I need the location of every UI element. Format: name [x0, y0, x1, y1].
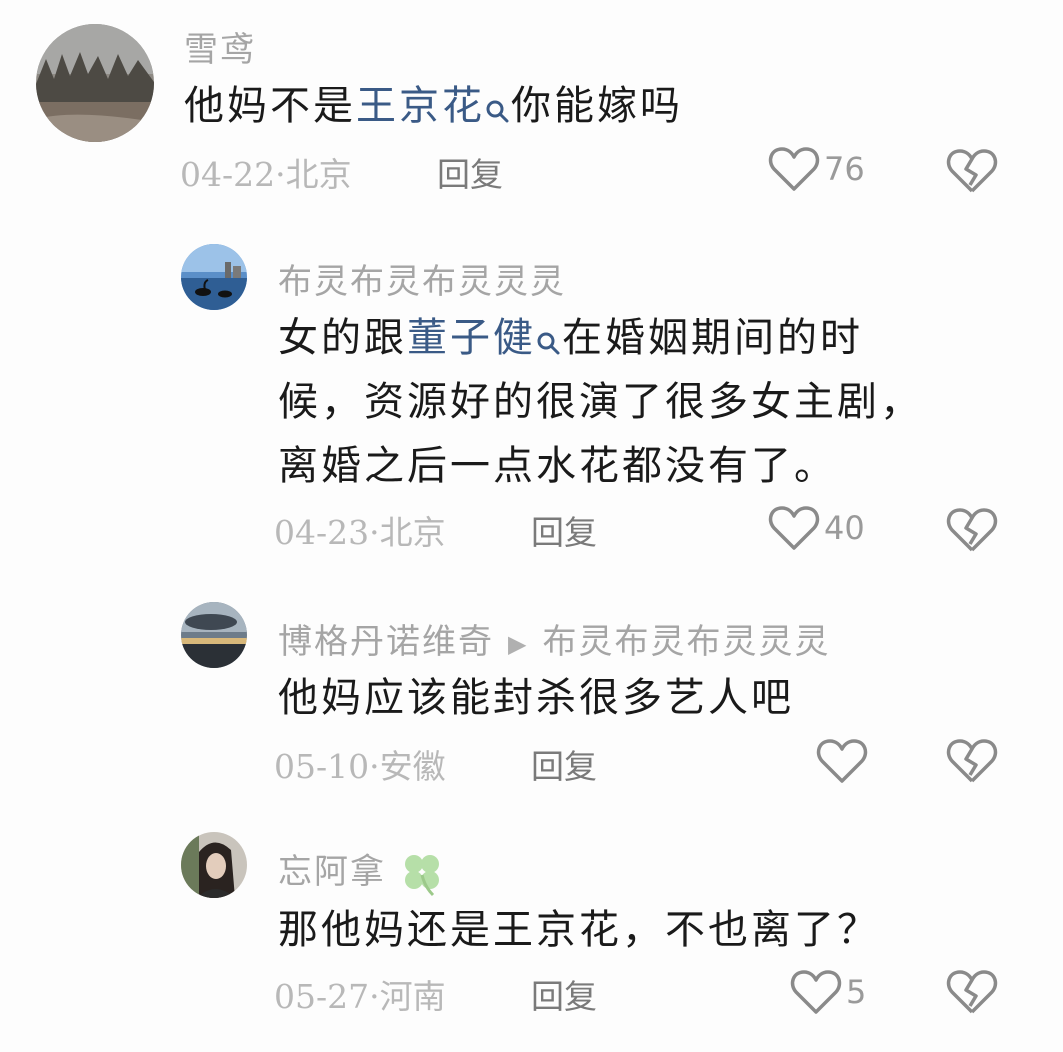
avatar-image — [36, 24, 154, 142]
comment-item: 布灵布灵布灵灵灵 女的跟董子健 在婚姻期间的时 候，资源好的很演了很多女主剧， 离… — [0, 230, 1063, 570]
like-button[interactable]: 76 — [768, 145, 865, 193]
content-text: 你能嫁吗 — [511, 83, 683, 129]
reply-author[interactable]: 博格丹诺维奇 — [278, 622, 494, 662]
comment-username[interactable]: 雪鸢 — [184, 22, 256, 71]
comment-meta: 05-27·河南 — [274, 970, 446, 1018]
avatar[interactable] — [181, 244, 247, 310]
comment-location: 北京 — [379, 513, 446, 552]
search-icon[interactable] — [485, 80, 511, 123]
comment-item: 雪鸢 他妈不是王京花 你能嫁吗 04-22·北京 回复 76 — [0, 0, 1063, 215]
comment-content: 那他妈还是王京花，不也离了？ — [278, 907, 880, 953]
comment-date: 05-27 — [274, 977, 370, 1016]
heart-outline-icon — [816, 739, 868, 783]
meta-dot: · — [275, 155, 286, 194]
content-line: 离婚之后一点水花都没有了。 — [278, 443, 837, 489]
comment-username-text[interactable]: 忘阿拿 — [278, 852, 386, 892]
broken-heart-icon — [946, 508, 998, 552]
like-button[interactable]: 5 — [790, 968, 866, 1016]
comment-content: 他妈不是王京花 你能嫁吗 — [184, 74, 1004, 138]
content-text: 他妈不是 — [184, 83, 356, 129]
comment-item: 忘阿拿 那他妈还是王京花，不也离了？ 05-27·河南 回复 5 — [0, 820, 1063, 1052]
like-count: 5 — [846, 973, 867, 1011]
comment-username: 忘阿拿 — [278, 844, 447, 897]
avatar-image — [181, 244, 247, 310]
dislike-button[interactable] — [946, 968, 998, 1020]
content-line: 候，资源好的很演了很多女主剧， — [278, 379, 923, 425]
avatar[interactable] — [181, 832, 247, 898]
avatar[interactable] — [36, 24, 154, 142]
four-leaf-clover-icon — [404, 855, 439, 897]
avatar-image — [181, 602, 247, 668]
comment-location: 河南 — [379, 977, 446, 1016]
broken-heart-icon — [946, 739, 998, 783]
heart-outline-icon — [790, 970, 842, 1014]
comment-location: 安徽 — [379, 747, 446, 786]
comment-content: 女的跟董子健 在婚姻期间的时 候，资源好的很演了很多女主剧， 离婚之后一点水花都没… — [278, 306, 1018, 498]
meta-dot: · — [369, 513, 380, 552]
broken-heart-icon — [946, 149, 998, 193]
comment-content: 他妈应该能封杀很多艺人吧 — [278, 675, 794, 721]
dislike-button[interactable] — [946, 506, 998, 558]
like-count: 40 — [824, 509, 865, 547]
content-text: 在婚姻期间的时 — [562, 315, 863, 361]
meta-dot: · — [369, 747, 380, 786]
comment-meta: 04-23·北京 — [274, 506, 446, 554]
comment-meta: 04-22·北京 — [180, 148, 352, 196]
reply-button[interactable]: 回复 — [437, 148, 503, 196]
like-button[interactable]: 40 — [768, 504, 865, 552]
triangle-right-icon: ▶ — [508, 630, 529, 658]
like-count: 76 — [824, 150, 865, 188]
comment-location: 北京 — [285, 155, 352, 194]
dislike-button[interactable] — [946, 147, 998, 199]
search-link[interactable]: 王京花 — [356, 83, 485, 129]
comment-item: 博格丹诺维奇 ▶ 布灵布灵布灵灵灵 他妈应该能封杀很多艺人吧 05-10·安徽 回复 — [0, 590, 1063, 810]
dislike-button[interactable] — [946, 737, 998, 789]
reply-button[interactable]: 回复 — [531, 740, 597, 788]
content-line: 女的跟董子健 在婚姻期间的时 — [278, 306, 1018, 370]
avatar[interactable] — [181, 602, 247, 668]
search-icon[interactable] — [536, 312, 562, 355]
comment-date: 05-10 — [274, 747, 370, 786]
like-button[interactable] — [816, 737, 872, 785]
reply-target[interactable]: 布灵布灵布灵灵灵 — [542, 622, 830, 662]
comment-username[interactable]: 布灵布灵布灵灵灵 — [278, 254, 566, 303]
broken-heart-icon — [946, 970, 998, 1014]
reply-button[interactable]: 回复 — [531, 506, 597, 554]
content-text: 女的跟 — [278, 315, 407, 361]
avatar-image — [181, 832, 247, 898]
comment-date: 04-22 — [180, 155, 276, 194]
comment-date: 04-23 — [274, 513, 370, 552]
comment-meta: 05-10·安徽 — [274, 740, 446, 788]
heart-outline-icon — [768, 506, 820, 550]
comment-username: 博格丹诺维奇 ▶ 布灵布灵布灵灵灵 — [278, 614, 830, 663]
meta-dot: · — [369, 977, 380, 1016]
search-link[interactable]: 董子健 — [407, 315, 536, 361]
reply-button[interactable]: 回复 — [531, 970, 597, 1018]
heart-outline-icon — [768, 147, 820, 191]
